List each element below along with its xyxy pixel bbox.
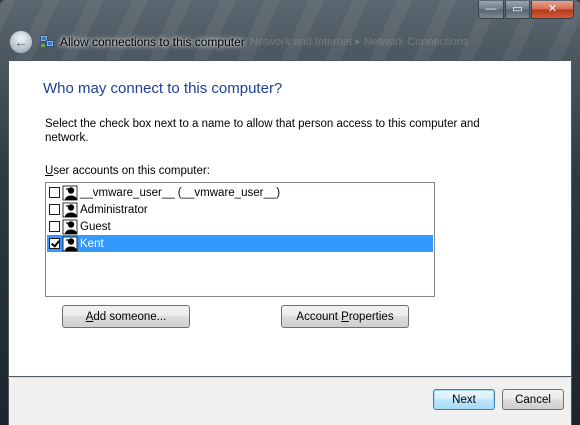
cancel-button[interactable]: Cancel [502, 389, 564, 410]
user-list-label: User accounts on this computer: [45, 165, 210, 177]
user-name: Kent [80, 237, 104, 250]
user-icon [62, 219, 78, 234]
list-item[interactable]: __vmware_user__ (__vmware_user__) [47, 184, 433, 201]
close-button[interactable]: ✕ [531, 1, 574, 19]
back-arrow-icon[interactable]: ← [9, 30, 33, 54]
list-item-selected[interactable]: Kent [47, 235, 433, 252]
account-properties-button[interactable]: Account Properties [281, 305, 409, 328]
wizard-footer: Next Cancel [8, 377, 572, 425]
window-title: Allow connections to this computer [60, 35, 245, 49]
dialog-window: — ▭ ✕ ← Allow connections to this comput… [0, 0, 580, 425]
user-icon [62, 185, 78, 200]
props-button-text-pre: Account [296, 310, 342, 323]
add-button-mnemonic: A [85, 310, 94, 323]
page-heading: Who may connect to this computer? [43, 80, 283, 97]
wizard-content: Who may connect to this computer? Select… [8, 60, 572, 377]
background-address-bar: Network and Internet ▸ Network Connectio… [250, 36, 469, 48]
list-item[interactable]: Administrator [47, 201, 433, 218]
page-description: Select the check box next to a name to a… [45, 118, 480, 144]
add-someone-button[interactable]: Add someone... [62, 305, 190, 328]
user-checkbox[interactable] [49, 187, 60, 198]
user-accounts-list[interactable]: __vmware_user__ (__vmware_user__) Admini… [45, 182, 435, 297]
props-button-text-rest: roperties [348, 310, 394, 323]
next-button[interactable]: Next [433, 389, 495, 410]
user-name: __vmware_user__ (__vmware_user__) [80, 186, 281, 199]
user-checkbox[interactable] [49, 204, 60, 215]
user-name: Guest [80, 220, 111, 233]
add-button-text: dd someone... [93, 310, 167, 323]
list-item[interactable]: Guest [47, 218, 433, 235]
user-checkbox[interactable] [49, 221, 60, 232]
user-checkbox-checked[interactable] [49, 238, 60, 249]
maximize-button[interactable]: ▭ [505, 1, 530, 19]
user-name: Administrator [80, 203, 148, 216]
caption-buttons: — ▭ ✕ [478, 1, 574, 19]
list-label-text: ser accounts on this computer: [53, 165, 210, 177]
user-icon [62, 202, 78, 217]
minimize-button[interactable]: — [478, 1, 504, 19]
props-button-mnemonic: P [341, 310, 349, 323]
network-computer-icon [40, 35, 54, 47]
user-icon [62, 236, 78, 251]
